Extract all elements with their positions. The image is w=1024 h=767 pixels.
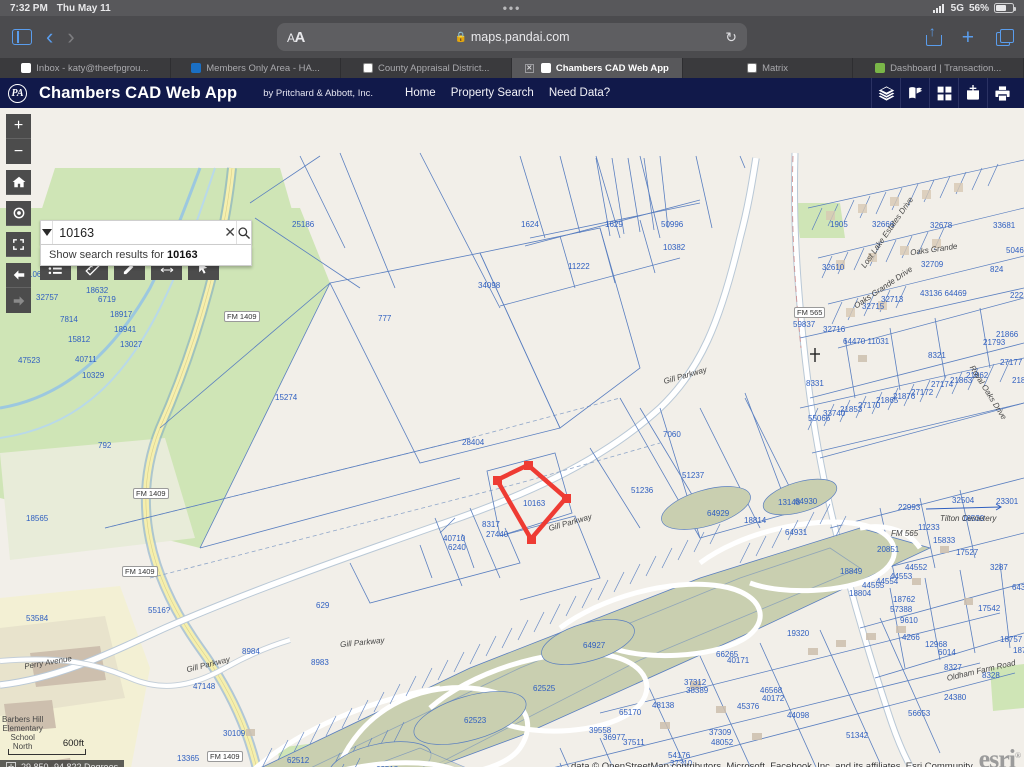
chevron-down-icon [41,229,52,236]
pa-icon: P [540,63,551,73]
map-canvas[interactable]: 25186 1624 1629 50996 1905 32666 32678 33681 103… [0,108,1024,767]
gmail-icon: M [21,63,32,73]
browser-tab-title: Chambers CAD Web App [555,62,669,74]
browser-tab-strip: M Inbox - katy@theefpgrou... Members Only … [0,58,1024,78]
browser-tab[interactable]: M Inbox - katy@theefpgrou... [0,58,171,78]
status-dots: ••• [502,1,522,15]
app-subtitle: by Pritchard & Abbott, Inc. [263,87,374,99]
search-source-dropdown[interactable] [41,221,54,244]
next-extent-button[interactable] [6,288,31,313]
home-button[interactable] [6,170,31,195]
battery-icon [994,3,1016,13]
nav-home[interactable]: Home [405,87,436,99]
zoom-out-button[interactable]: − [6,139,31,164]
browser-tab[interactable]: Members Only Area - HA... [171,58,342,78]
share-icon[interactable] [925,24,942,46]
signal-icon [932,3,946,13]
search-input[interactable] [53,221,225,244]
text-size-icon[interactable]: AA [287,29,305,46]
browser-tab[interactable]: Dashboard | Transaction... [853,58,1024,78]
locate-button[interactable] [6,201,31,226]
back-icon[interactable]: ‹ [46,26,53,48]
gallery-icon[interactable] [929,78,958,108]
browser-tab[interactable]: ✕ P Chambers CAD Web App [512,58,683,78]
browser-tab-title: Members Only Area - HA... [206,62,320,74]
reload-icon[interactable]: ↻ [725,29,737,46]
add-to-map-icon[interactable] [958,78,987,108]
pritchard-abbott-logo: PA [8,83,27,103]
lock-icon: 🔒 [454,31,467,43]
h-icon: H [747,63,758,73]
browser-tab-title: Dashboard | Transaction... [890,62,1002,74]
browser-tab-title: County Appraisal District... [377,62,490,74]
layers-icon[interactable] [871,78,900,108]
nav-need-data[interactable]: Need Data? [549,87,610,99]
zoom-in-button[interactable]: + [6,114,31,139]
header-tools [871,78,1016,108]
app-header: PA Chambers CAD Web App by Pritchard & A… [0,78,1024,108]
zoom-controls: + − [6,114,31,164]
ipad-safari-window: 7:32 PM Thu May 11 ••• 5G 56% ‹ › AA 🔒 m… [0,0,1024,767]
sidebar-toggle-icon[interactable] [12,29,32,45]
clear-search-icon[interactable]: ✕ [224,221,236,244]
address-bar[interactable]: AA 🔒 maps.pandai.com ↻ [277,23,747,51]
new-tab-icon[interactable]: + [962,27,974,48]
browser-tab-title: Matrix [762,62,788,74]
browser-tab[interactable]: C County Appraisal District... [341,58,513,78]
status-time: 7:32 PM [10,2,48,14]
search-icon[interactable] [236,221,251,244]
map-vector-graphics [0,108,1024,767]
ios-status-bar: 7:32 PM Thu May 11 ••• 5G 56% [0,0,1024,16]
nav-property-search[interactable]: Property Search [451,87,534,99]
search-box[interactable]: ✕ [40,220,252,245]
browser-tab[interactable]: H Matrix [683,58,854,78]
globe-icon [191,63,202,73]
suggestion-prefix: Show search results for [49,249,164,261]
browser-tab-title: Inbox - katy@theefpgrou... [36,62,149,74]
c-icon: C [362,63,373,73]
battery-percent: 56% [968,2,989,14]
search-suggestion-item[interactable]: Show search results for 10163 [40,245,252,266]
previous-extent-button[interactable] [6,263,31,288]
dashboard-icon [875,63,886,73]
map-navigation-controls: + − [6,114,31,313]
url-text: maps.pandai.com [470,30,570,44]
full-extent-button[interactable] [6,232,31,257]
basemap-icon[interactable] [900,78,929,108]
app-nav: Home Property Search Need Data? [405,87,610,99]
tab-overview-icon[interactable] [996,29,1014,46]
history-controls [6,263,31,313]
close-tab-icon[interactable]: ✕ [524,63,534,73]
print-icon[interactable] [987,78,1016,108]
safari-toolbar: ‹ › AA 🔒 maps.pandai.com ↻ + [0,16,1024,58]
forward-icon[interactable]: › [67,26,74,48]
suggestion-term: 10163 [167,249,198,261]
network-type: 5G [950,2,964,14]
app-title: Chambers CAD Web App [39,83,238,102]
search-widget: ✕ Show search results for 10163 [40,220,252,266]
status-date: Thu May 11 [56,2,111,14]
